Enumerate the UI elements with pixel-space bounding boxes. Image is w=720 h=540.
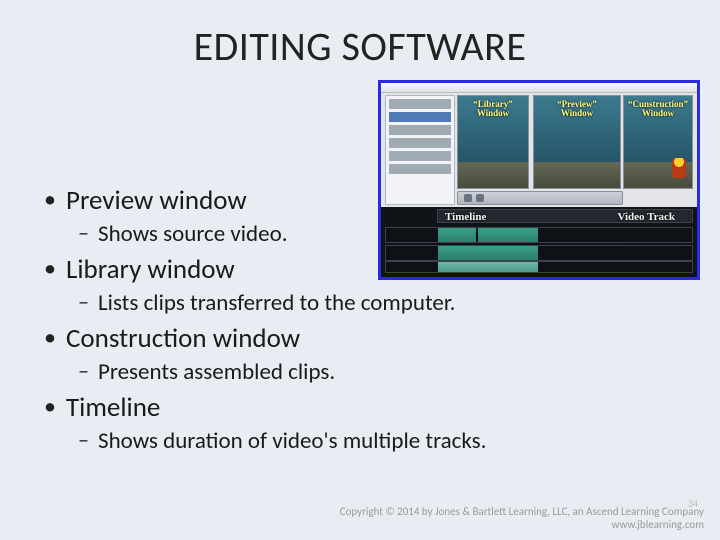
bullet-text: Timeline bbox=[66, 391, 160, 424]
library-window-pane: “Library” Window bbox=[457, 95, 529, 189]
slide-title: EDITING SOFTWARE bbox=[40, 22, 680, 71]
diver-graphic bbox=[672, 158, 686, 178]
slide: EDITING SOFTWARE “Library” Window “Previ… bbox=[0, 0, 720, 540]
subbullet-text: Shows duration of video's multiple track… bbox=[98, 427, 486, 455]
editor-screenshot: “Library” Window “Preview” Window “Cunst… bbox=[378, 80, 700, 280]
copyright-footer: Copyright © 2014 by Jones & Bartlett Lea… bbox=[340, 505, 704, 533]
library-window-caption: “Library” Window bbox=[458, 100, 528, 119]
subbullet-text: Presents assembled clips. bbox=[98, 358, 335, 386]
bullet-library-window: Library window bbox=[40, 254, 680, 287]
bullet-timeline: Timeline bbox=[40, 392, 680, 425]
copyright-url: www.jblearning.com bbox=[340, 518, 704, 532]
subbullet-text: Lists clips transferred to the computer. bbox=[98, 289, 455, 317]
bullet-construction-window: Construction window bbox=[40, 323, 680, 356]
construction-window-pane: “Cunstruction” Window bbox=[623, 95, 693, 189]
subbullet-text: Shows source video. bbox=[98, 220, 288, 248]
bullet-text: Preview window bbox=[66, 184, 247, 217]
preview-window-pane: “Preview” Window bbox=[533, 95, 621, 189]
subbullet-construction-window: Presents assembled clips. bbox=[40, 358, 680, 386]
copyright-line: Copyright © 2014 by Jones & Bartlett Lea… bbox=[340, 505, 704, 519]
bullet-preview-window: Preview window bbox=[40, 185, 680, 218]
subbullet-library-window: Lists clips transferred to the computer. bbox=[40, 289, 680, 317]
editor-menubar bbox=[381, 83, 697, 93]
subbullet-preview-window: Shows source video. bbox=[40, 220, 680, 248]
construction-window-caption: “Cunstruction” Window bbox=[624, 100, 692, 119]
subbullet-timeline: Shows duration of video's multiple track… bbox=[40, 427, 680, 455]
bullet-text: Library window bbox=[66, 253, 235, 286]
bullet-text: Construction window bbox=[66, 322, 300, 355]
preview-window-caption: “Preview” Window bbox=[534, 100, 620, 119]
